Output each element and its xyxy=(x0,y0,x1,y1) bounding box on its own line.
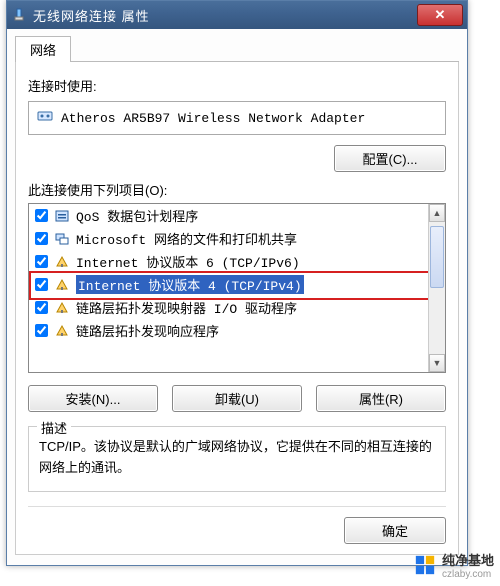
scroll-thumb[interactable] xyxy=(430,226,444,288)
dialog-footer: 确定 xyxy=(28,506,446,544)
properties-window: 无线网络连接 属性 ✕ 网络 连接时使用: Atheros AR5B97 Wir… xyxy=(6,0,468,566)
item-checkbox[interactable] xyxy=(35,301,48,314)
item-checkbox[interactable] xyxy=(35,209,48,222)
content-area: 网络 连接时使用: Atheros AR5B97 Wireless Networ… xyxy=(7,29,467,565)
watermark-sub: czlaby.com xyxy=(442,569,494,580)
configure-button[interactable]: 配置(C)... xyxy=(334,145,446,172)
proto-icon xyxy=(54,300,70,316)
description-group: 描述 TCP/IP。该协议是默认的广域网络协议，它提供在不同的相互连接的网络上的… xyxy=(28,426,446,492)
ok-button[interactable]: 确定 xyxy=(344,517,446,544)
list-item[interactable]: 链路层拓扑发现响应程序 xyxy=(29,319,429,342)
qos-icon xyxy=(54,208,70,224)
watermark: 纯净基地 czlaby.com xyxy=(414,550,494,580)
item-checkbox[interactable] xyxy=(35,255,48,268)
item-label: Internet 协议版本 4 (TCP/IPv4) xyxy=(76,275,304,294)
window-title: 无线网络连接 属性 xyxy=(33,6,417,25)
list-item[interactable]: QoS 数据包计划程序 xyxy=(29,204,429,227)
items-label: 此连接使用下列项目(O): xyxy=(28,180,446,199)
network-icon xyxy=(11,7,27,23)
scroll-down-button[interactable]: ▼ xyxy=(429,354,445,372)
proto-icon xyxy=(54,277,70,293)
tab-network[interactable]: 网络 xyxy=(15,36,71,62)
list-item[interactable]: 链路层拓扑发现映射器 I/O 驱动程序 xyxy=(29,296,429,319)
tab-panel: 连接时使用: Atheros AR5B97 Wireless Network A… xyxy=(15,62,459,555)
watermark-logo-icon xyxy=(414,554,436,576)
list-item[interactable]: Microsoft 网络的文件和打印机共享 xyxy=(29,227,429,250)
tab-strip: 网络 xyxy=(15,35,459,62)
close-button[interactable]: ✕ xyxy=(417,4,463,26)
close-icon: ✕ xyxy=(435,7,446,23)
item-label: QoS 数据包计划程序 xyxy=(76,206,198,225)
connect-using-label: 连接时使用: xyxy=(28,76,446,95)
uninstall-button[interactable]: 卸载(U) xyxy=(172,385,302,412)
description-text: TCP/IP。该协议是默认的广域网络协议，它提供在不同的相互连接的网络上的通讯。 xyxy=(39,437,435,479)
proto-icon xyxy=(54,323,70,339)
scroll-up-button[interactable]: ▲ xyxy=(429,204,445,222)
list-item[interactable]: Internet 协议版本 6 (TCP/IPv6) xyxy=(29,250,429,273)
item-label: Internet 协议版本 6 (TCP/IPv6) xyxy=(76,252,300,271)
item-label: 链路层拓扑发现映射器 I/O 驱动程序 xyxy=(76,298,297,317)
adapter-name: Atheros AR5B97 Wireless Network Adapter xyxy=(61,111,365,126)
adapter-icon xyxy=(37,108,53,128)
item-checkbox[interactable] xyxy=(35,232,48,245)
item-checkbox[interactable] xyxy=(35,324,48,337)
item-label: Microsoft 网络的文件和打印机共享 xyxy=(76,229,297,248)
adapter-box: Atheros AR5B97 Wireless Network Adapter xyxy=(28,101,446,135)
action-buttons: 安装(N)... 卸载(U) 属性(R) xyxy=(28,385,446,412)
components-listbox[interactable]: QoS 数据包计划程序 Microsoft 网络的文件和打印机共享 Internet… xyxy=(28,203,446,373)
titlebar[interactable]: 无线网络连接 属性 ✕ xyxy=(7,1,467,29)
watermark-text: 纯净基地 xyxy=(442,550,494,569)
scrollbar[interactable]: ▲ ▼ xyxy=(428,204,445,372)
properties-button[interactable]: 属性(R) xyxy=(316,385,446,412)
item-checkbox[interactable] xyxy=(35,278,48,291)
proto-icon xyxy=(54,254,70,270)
item-label: 链路层拓扑发现响应程序 xyxy=(76,321,219,340)
share-icon xyxy=(54,231,70,247)
list-item[interactable]: Internet 协议版本 4 (TCP/IPv4) xyxy=(29,273,429,296)
install-button[interactable]: 安装(N)... xyxy=(28,385,158,412)
description-legend: 描述 xyxy=(37,418,71,437)
scroll-track[interactable] xyxy=(429,222,445,354)
